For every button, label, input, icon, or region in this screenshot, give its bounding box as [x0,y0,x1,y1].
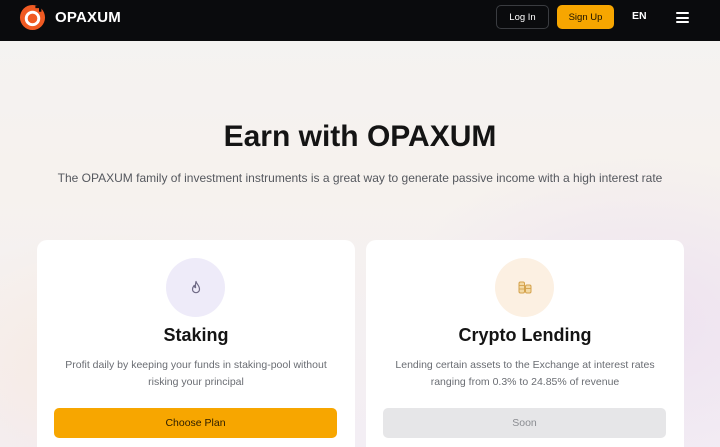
choose-plan-button[interactable]: Choose Plan [54,408,337,438]
page-subtitle: The OPAXUM family of investment instrume… [57,171,663,185]
crypto-lending-description: Lending certain assets to the Exchange a… [395,359,655,388]
top-navbar: OPAXUM Log In Sign Up EN [0,0,720,41]
language-selector[interactable]: EN [632,10,647,22]
page-title: Earn with OPAXUM [223,120,497,153]
crypto-lending-card: Crypto Lending Lending certain assets to… [366,240,684,447]
brand-name: OPAXUM [55,9,121,26]
staking-icon-badge [166,258,225,317]
brand-logo[interactable]: OPAXUM [19,4,121,31]
staking-title: Staking [163,325,229,345]
soon-button[interactable]: Soon [383,408,666,438]
signup-button[interactable]: Sign Up [557,5,614,29]
flame-icon [191,280,200,293]
coins-icon [518,281,531,293]
hamburger-menu-icon[interactable] [676,12,689,23]
login-button[interactable]: Log In [496,5,549,29]
lending-icon-badge [495,258,554,317]
crypto-lending-title: Crypto Lending [458,325,592,345]
staking-card: Staking Profit daily by keeping your fun… [37,240,355,447]
staking-description: Profit daily by keeping your funds in st… [65,359,327,388]
opaxum-logo-icon [19,4,46,31]
